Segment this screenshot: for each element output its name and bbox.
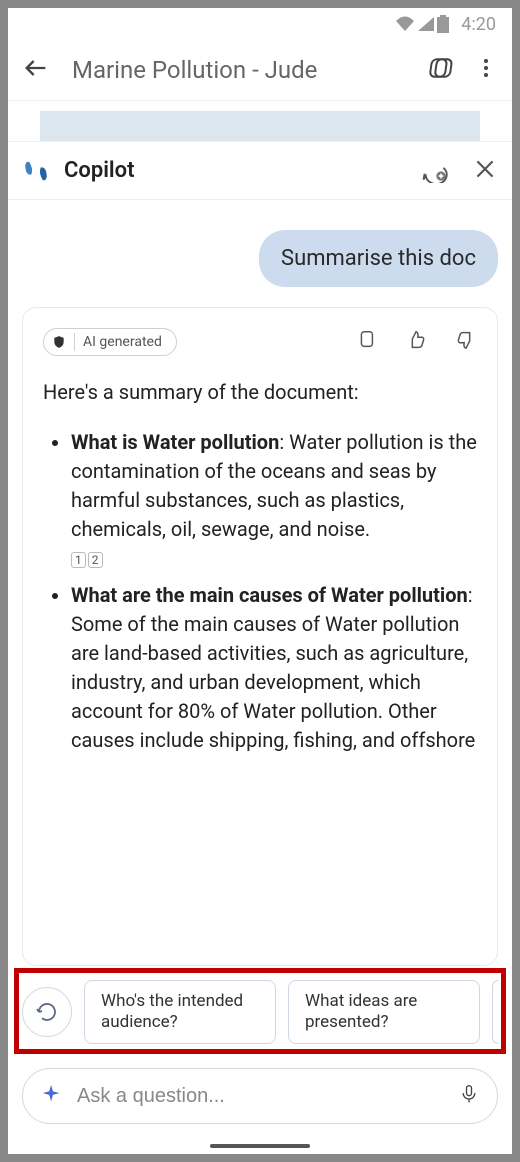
suggestion-chip-overflow[interactable] — [492, 980, 498, 1045]
home-indicator[interactable] — [210, 1144, 310, 1148]
status-time: 4:20 — [461, 14, 496, 35]
more-icon[interactable] — [474, 56, 498, 84]
wifi-icon — [395, 16, 415, 32]
ai-response-card: AI generated Here's a summary of the doc… — [22, 307, 498, 966]
copilot-logo-icon — [22, 157, 50, 185]
user-message-row: Summarise this doc — [22, 200, 498, 307]
shield-icon — [52, 334, 66, 350]
document-title: Marine Pollution - Jude — [72, 56, 412, 84]
suggestion-row-wrap: Who's the intended audience? What ideas … — [8, 966, 512, 1059]
thumbs-up-icon[interactable] — [405, 328, 427, 356]
summary-intro: Here's a summary of the document: — [43, 380, 477, 404]
copilot-panel-header: Copilot — [8, 141, 512, 199]
bullet-heading: What are the main causes of Water pollut… — [71, 583, 468, 607]
copilot-title: Copilot — [64, 158, 406, 183]
copy-icon[interactable] — [355, 328, 377, 356]
back-icon[interactable] — [22, 54, 50, 86]
title-bar: Marine Pollution - Jude — [8, 40, 512, 100]
question-input-container — [22, 1068, 498, 1124]
ai-meta-row: AI generated — [43, 328, 477, 356]
reference-chip[interactable]: 1 — [71, 552, 86, 568]
summary-list: What is Water pollution: Water pollution… — [43, 428, 477, 755]
ai-generated-badge[interactable]: AI generated — [43, 328, 177, 356]
sparkle-icon — [41, 1083, 63, 1109]
list-item: What are the main causes of Water pollut… — [71, 581, 477, 755]
copilot-header-icon[interactable] — [428, 53, 458, 87]
suggestion-chip[interactable]: What ideas are presented? — [288, 980, 480, 1045]
suggestion-label: What ideas are presented? — [305, 991, 463, 1034]
bullet-heading: What is Water pollution — [71, 430, 279, 454]
user-message-bubble: Summarise this doc — [259, 230, 498, 287]
bullet-body: : Some of the main causes of Water pollu… — [71, 583, 475, 752]
status-icons — [395, 15, 449, 33]
microphone-icon[interactable] — [459, 1082, 479, 1110]
device-frame: 4:20 Marine Pollution - Jude Copilot — [0, 0, 520, 1162]
list-item: What is Water pollution: Water pollution… — [71, 428, 477, 573]
new-chat-icon[interactable] — [420, 155, 448, 187]
refresh-icon — [35, 1000, 59, 1024]
document-preview-peek — [8, 101, 512, 141]
battery-icon — [437, 15, 449, 33]
refresh-suggestions-button[interactable] — [22, 987, 72, 1037]
input-row — [8, 1058, 512, 1154]
cell-icon — [417, 16, 435, 32]
chat-area: Summarise this doc AI generated — [8, 199, 512, 966]
ai-badge-label: AI generated — [83, 334, 162, 350]
suggestion-row: Who's the intended audience? What ideas … — [8, 968, 512, 1057]
suggestion-label: Who's the intended audience? — [101, 991, 259, 1034]
close-icon[interactable] — [472, 156, 498, 186]
status-bar: 4:20 — [8, 8, 512, 40]
thumbs-down-icon[interactable] — [455, 328, 477, 356]
question-input[interactable] — [77, 1085, 445, 1108]
reference-chip[interactable]: 2 — [88, 552, 103, 568]
suggestion-chip[interactable]: Who's the intended audience? — [84, 980, 276, 1045]
